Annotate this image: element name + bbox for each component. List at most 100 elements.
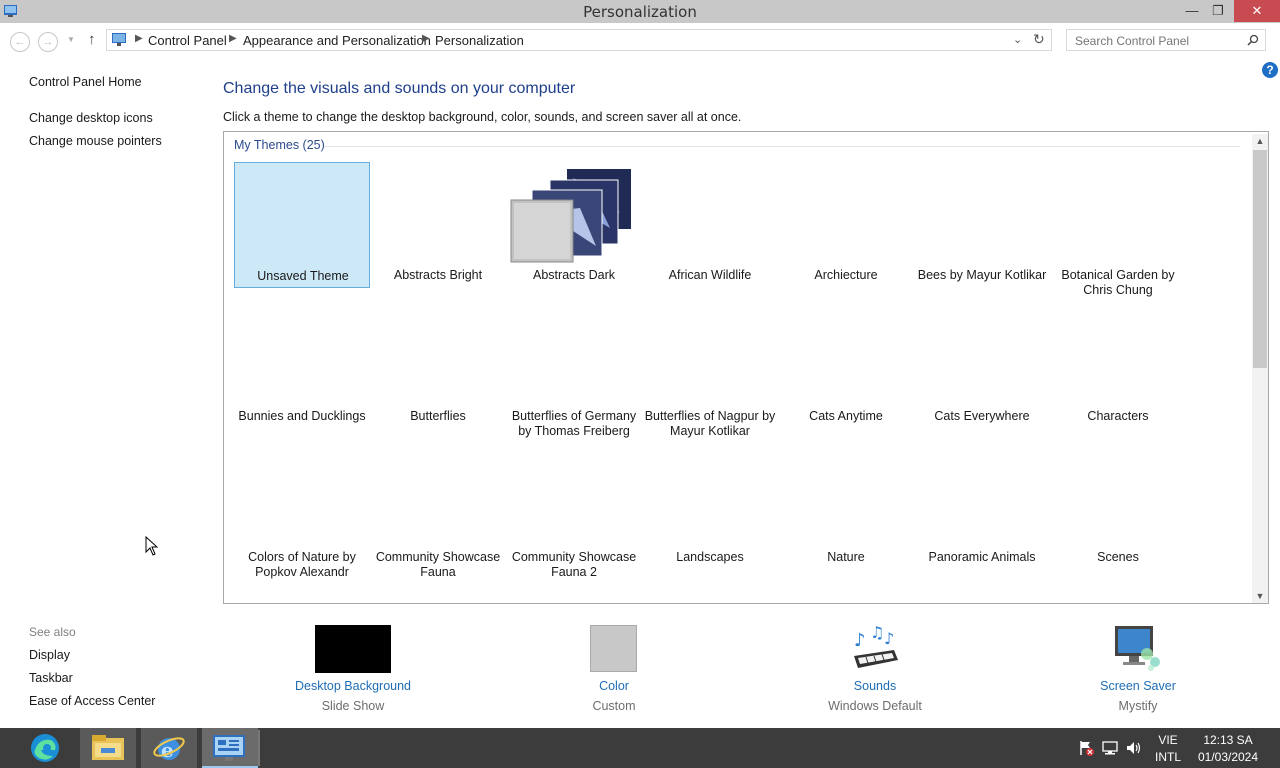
theme-tile[interactable]: Butterflies of Germany by Thomas Freiber… (506, 303, 642, 438)
display-link[interactable]: Display (29, 648, 70, 662)
taskbar-file-explorer-button[interactable] (80, 728, 136, 768)
theme-name: Archiecture (814, 268, 878, 282)
theme-tile[interactable]: Archiecture (778, 162, 914, 288)
address-dropdown-icon[interactable]: ⌄ (1013, 33, 1022, 46)
scroll-up-arrow-icon[interactable]: ▲ (1252, 134, 1268, 148)
theme-list: My Themes (25) Unsaved Theme Abstracts B… (223, 131, 1269, 604)
theme-name: Butterflies of Germany by Thomas Freiber… (511, 409, 637, 438)
color-swatch-icon (590, 625, 637, 672)
svg-text:♪: ♪ (884, 629, 894, 648)
theme-name: Landscapes (676, 550, 744, 564)
theme-name: African Wildlife (668, 268, 752, 282)
title-bar: Personalization — ❐ ✕ (0, 0, 1280, 23)
ease-of-access-link[interactable]: Ease of Access Center (29, 694, 155, 708)
theme-tile[interactable]: Colors of Nature by Popkov Alexandr (234, 444, 370, 579)
see-also-label: See also (29, 625, 76, 639)
theme-tile[interactable]: Cats Everywhere (914, 303, 1050, 429)
theme-tile[interactable]: Scenes (1050, 444, 1186, 570)
breadcrumb-personalization[interactable]: Personalization (435, 33, 524, 48)
theme-name: Botanical Garden by Chris Chung (1061, 268, 1175, 297)
page-description: Click a theme to change the desktop back… (223, 110, 742, 124)
clock-time: 12:13 SA (1203, 733, 1253, 747)
recent-locations-chevron-icon[interactable]: ▼ (67, 35, 75, 44)
theme-tile[interactable]: Abstracts Dark (506, 162, 642, 288)
control-panel-home-link[interactable]: Control Panel Home (29, 75, 142, 89)
theme-tile[interactable]: Cats Anytime (778, 303, 914, 429)
theme-tile[interactable]: Botanical Garden by Chris Chung (1050, 162, 1186, 297)
search-box[interactable] (1066, 29, 1266, 51)
navigation-bar: ← → ▼ ↑ ▶ Control Panel ▶ Appearance and… (0, 23, 1280, 59)
up-button[interactable]: ↑ (88, 31, 96, 48)
taskbar: e VIE INTL 12:13 SA 01/03/2024 (0, 728, 1280, 768)
theme-name: Butterflies of Nagpur by Mayur Kotlikar (644, 409, 776, 438)
edge-browser-icon (31, 734, 59, 762)
search-input[interactable] (1073, 32, 1243, 50)
volume-icon[interactable] (1126, 740, 1142, 756)
control-panel-icon (112, 33, 126, 46)
theme-name: Colors of Nature by Popkov Alexandr (248, 550, 356, 579)
sounds-label[interactable]: Sounds (790, 679, 960, 693)
change-mouse-pointers-link[interactable]: Change mouse pointers (29, 134, 162, 148)
taskbar-edge-button[interactable] (18, 728, 74, 768)
group-divider (324, 146, 1240, 147)
screen-saver-label[interactable]: Screen Saver (1053, 679, 1223, 693)
close-button[interactable]: ✕ (1234, 0, 1280, 22)
theme-tile[interactable]: Butterflies of Nagpur by Mayur Kotlikar (642, 303, 778, 438)
chevron-right-icon: ▶ (422, 33, 430, 44)
theme-tile[interactable]: Community Showcase Fauna 2 (506, 444, 642, 579)
window-title: Personalization (583, 3, 697, 21)
theme-tile[interactable]: Abstracts Bright (370, 162, 506, 288)
theme-tile[interactable]: Unsaved Theme (234, 162, 370, 288)
taskbar-link[interactable]: Taskbar (29, 671, 73, 685)
theme-tile[interactable]: Bees by Mayur Kotlikar (914, 162, 1050, 288)
theme-name: Nature (827, 550, 865, 564)
taskbar-internet-explorer-button[interactable]: e (141, 728, 197, 768)
theme-name: Abstracts Bright (393, 268, 483, 282)
theme-tile[interactable]: African Wildlife (642, 162, 778, 288)
change-desktop-icons-link[interactable]: Change desktop icons (29, 111, 153, 125)
action-center-flag-icon[interactable] (1078, 740, 1094, 756)
refresh-icon[interactable]: ↻ (1033, 31, 1045, 48)
color-label[interactable]: Color (529, 679, 699, 693)
back-button[interactable]: ← (10, 32, 30, 52)
theme-name: Abstracts Dark (533, 268, 615, 282)
vertical-scrollbar[interactable]: ▲ ▼ (1252, 134, 1268, 603)
page-title: Change the visuals and sounds on your co… (223, 80, 576, 97)
forward-button[interactable]: → (38, 32, 58, 52)
system-clock[interactable]: 12:13 SA 01/03/2024 (1192, 733, 1264, 764)
taskbar-control-panel-button[interactable] (202, 728, 258, 768)
screen-saver-icon (1115, 626, 1160, 671)
address-bar[interactable]: ▶ Control Panel ▶ Appearance and Persona… (106, 29, 1052, 51)
internet-explorer-icon: e (153, 737, 185, 762)
breadcrumb-control-panel[interactable]: Control Panel (148, 33, 227, 48)
theme-name: Community Showcase Fauna (375, 550, 501, 579)
desktop-background-setting[interactable]: Desktop Background Slide Show (268, 624, 438, 714)
search-icon[interactable] (1247, 34, 1259, 46)
desktop-background-label[interactable]: Desktop Background (268, 679, 438, 693)
help-icon[interactable]: ? (1262, 62, 1278, 78)
sounds-setting[interactable]: ♪ ♫ ♪ Sounds Windows Default (790, 624, 960, 714)
theme-tile[interactable]: Characters (1050, 303, 1186, 429)
theme-tile[interactable]: Butterflies (370, 303, 506, 429)
scrollbar-thumb[interactable] (1253, 150, 1267, 368)
minimize-button[interactable]: — (1180, 0, 1204, 22)
my-themes-group-label: My Themes (25) (234, 138, 325, 152)
network-icon[interactable] (1102, 740, 1118, 756)
scroll-down-arrow-icon[interactable]: ▼ (1252, 589, 1268, 603)
theme-tile[interactable]: Nature (778, 444, 914, 570)
theme-tile[interactable]: Bunnies and Ducklings (234, 303, 370, 429)
input-language-indicator[interactable]: VIE INTL (1150, 733, 1186, 764)
svg-text:♫: ♫ (870, 624, 884, 642)
breadcrumb-appearance[interactable]: Appearance and Personalization (243, 33, 431, 48)
theme-name: Cats Anytime (809, 409, 883, 423)
restore-button[interactable]: ❐ (1206, 0, 1230, 22)
theme-tile[interactable]: Landscapes (642, 444, 778, 570)
chevron-right-icon: ▶ (135, 33, 143, 44)
screen-saver-setting[interactable]: Screen Saver Mystify (1053, 624, 1223, 714)
color-value: Custom (592, 699, 636, 713)
screen-saver-value: Mystify (1118, 699, 1158, 713)
theme-tile[interactable]: Panoramic Animals (914, 444, 1050, 570)
chevron-right-icon: ▶ (229, 33, 237, 44)
color-setting[interactable]: Color Custom (529, 624, 699, 714)
theme-tile[interactable]: Community Showcase Fauna (370, 444, 506, 579)
